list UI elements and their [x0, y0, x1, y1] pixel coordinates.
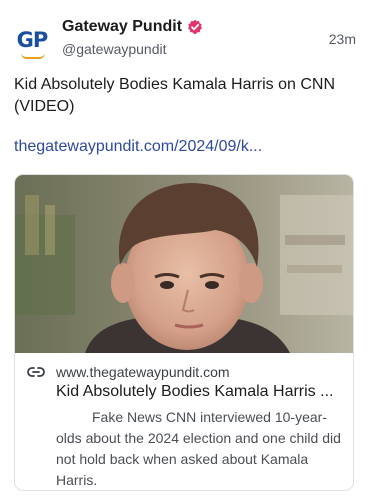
post-text: Kid Absolutely Bodies Kamala Harris on C…: [14, 76, 336, 115]
post-link[interactable]: thegatewaypundit.com/2024/09/k...: [14, 138, 262, 156]
user-handle[interactable]: @gatewaypundit: [62, 41, 167, 57]
link-preview-card[interactable]: www.thegatewaypundit.com Kid Absolutely …: [14, 174, 354, 491]
display-name[interactable]: Gateway Pundit: [62, 18, 182, 36]
card-domain: www.thegatewaypundit.com: [56, 364, 230, 380]
avatar[interactable]: GP: [12, 20, 52, 60]
author-row: Gateway Pundit: [62, 18, 203, 36]
post[interactable]: GP Gateway Pundit @gatewaypundit 23m Kid…: [0, 0, 370, 500]
post-timestamp[interactable]: 23m: [329, 31, 356, 47]
card-description: Fake News CNN interviewed 10-year-olds a…: [56, 407, 348, 490]
avatar-swoosh: [21, 53, 45, 59]
link-preview-image[interactable]: [15, 175, 354, 353]
avatar-logo-text: GP: [16, 28, 49, 52]
card-description-text: Fake News CNN interviewed 10-year-olds a…: [56, 409, 341, 488]
card-title[interactable]: Kid Absolutely Bodies Kamala Harris ...: [56, 383, 346, 401]
link-preview-body[interactable]: www.thegatewaypundit.com Kid Absolutely …: [15, 353, 353, 490]
link-icon: [27, 367, 45, 377]
verified-badge-icon: [188, 19, 203, 35]
